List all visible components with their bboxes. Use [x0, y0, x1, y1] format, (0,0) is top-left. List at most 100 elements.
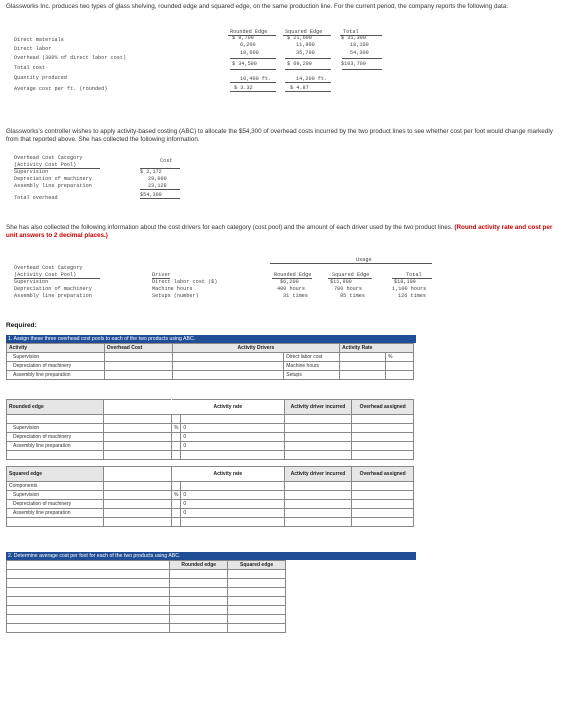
blank — [180, 481, 285, 491]
rate-value: 0 — [180, 423, 285, 433]
driver-incurred-input[interactable] — [283, 508, 353, 518]
cell: 400 hours — [277, 286, 306, 292]
overhead-cost-input[interactable] — [103, 361, 173, 371]
p2-rounded-input[interactable] — [169, 596, 229, 606]
overhead-assigned-input[interactable] — [351, 423, 414, 433]
cell: 35,700 — [296, 50, 315, 56]
driver-incurred-input[interactable] — [283, 432, 353, 442]
row-label-dm: Direct materials — [14, 37, 64, 43]
blank — [351, 481, 414, 491]
percent-sign: % — [170, 490, 182, 500]
total-overhead-input[interactable] — [351, 517, 414, 527]
spacer — [283, 517, 353, 527]
h-rate: Activity rate — [170, 466, 285, 482]
driver-incurred-input[interactable] — [283, 441, 353, 451]
overhead-cost-input[interactable] — [103, 370, 173, 380]
h-driver-incurred: Activity driver incurred — [283, 399, 353, 415]
rounded-edge-grid: Rounded edge Activity rate Activity driv… — [5, 399, 414, 460]
part2-grid: Rounded edge Squared edge — [5, 560, 286, 633]
blank — [103, 499, 172, 509]
spacer — [103, 517, 172, 527]
p2-rounded-input[interactable] — [169, 587, 229, 597]
driver-amount-input[interactable] — [171, 361, 285, 371]
cell: 95 times — [340, 293, 365, 299]
oh-row-value: $ 2,172 — [140, 169, 162, 175]
p2-row-label-input[interactable] — [5, 569, 171, 579]
p2-rounded-input[interactable] — [169, 578, 229, 588]
spacer — [351, 414, 414, 424]
cell: 31 times — [283, 293, 308, 299]
driver-amount-input[interactable] — [171, 370, 285, 380]
blank — [103, 432, 172, 442]
p2-squared-input[interactable] — [227, 587, 286, 597]
p2-row-label-input[interactable] — [5, 596, 171, 606]
blank — [170, 441, 182, 451]
p2-squared-input[interactable] — [227, 605, 286, 615]
drivers-intro-text: She has also collected the following inf… — [6, 224, 453, 231]
p2-squared-input[interactable] — [227, 569, 286, 579]
blank — [170, 508, 182, 518]
spacer — [103, 450, 172, 460]
cell: 11,900 — [296, 42, 315, 48]
p2-rounded-input[interactable] — [169, 569, 229, 579]
activity-depreciation: Depreciation of machinery — [6, 361, 105, 371]
total-overhead-input[interactable] — [351, 450, 414, 460]
oh-row-value: 29,000 — [148, 176, 167, 182]
rate-input[interactable] — [339, 361, 387, 371]
overhead-assigned-input[interactable] — [351, 441, 414, 451]
overhead-cost-input[interactable] — [103, 352, 173, 362]
cell: 54,300 — [350, 50, 369, 56]
dt-header-1: Overhead Cost Category — [14, 265, 83, 271]
p2-rounded-input[interactable] — [169, 614, 229, 624]
rate-input[interactable] — [339, 352, 387, 362]
h-driver-incurred: Activity driver incurred — [283, 466, 353, 482]
cell: $103,700 — [341, 61, 366, 67]
cell: 18,100 — [350, 42, 369, 48]
p2-squared-input[interactable] — [227, 578, 286, 588]
rate-input[interactable] — [339, 370, 387, 380]
percent-sign: % — [170, 423, 182, 433]
p2-rounded-input[interactable] — [169, 623, 229, 633]
spacer — [5, 414, 105, 424]
p2-squared-input[interactable] — [227, 596, 286, 606]
overhead-assigned-input[interactable] — [351, 490, 414, 500]
dt-row-driver: Direct labor cost ($) — [152, 279, 218, 285]
overhead-assigned-input[interactable] — [351, 432, 414, 442]
spacer — [5, 517, 105, 527]
cell: $18,100 — [394, 279, 416, 285]
h-activity-drivers: Activity Drivers — [171, 343, 341, 353]
driver-incurred-input[interactable] — [283, 423, 353, 433]
driver-incurred-input[interactable] — [283, 490, 353, 500]
cost-table: Rounded Edge Squared Edge Total Direct m… — [0, 0, 565, 100]
p2-row-label-input[interactable] — [5, 578, 171, 588]
blank — [103, 508, 172, 518]
se-assembly: Assembly line preparation — [5, 508, 105, 518]
h-overhead-assigned: Overhead assigned — [351, 399, 414, 415]
blank — [103, 399, 172, 415]
se-supervision: Supervision — [5, 490, 105, 500]
cell: 6,200 — [240, 42, 256, 48]
row-label-dl: Direct labor — [14, 46, 52, 52]
row-label-avg: Average cost per ft. (rounded) — [14, 86, 108, 92]
p2-row-label-input[interactable] — [5, 587, 171, 597]
driver-amount-input[interactable] — [171, 352, 285, 362]
spacer — [180, 414, 285, 424]
blank — [103, 481, 172, 491]
rate-value: 0 — [180, 499, 285, 509]
overhead-assigned-input[interactable] — [351, 508, 414, 518]
driver-incurred-input[interactable] — [283, 499, 353, 509]
cell: $11,900 — [330, 279, 352, 285]
cell: 18,600 — [240, 50, 259, 56]
blank — [103, 466, 172, 482]
overhead-assigned-input[interactable] — [351, 499, 414, 509]
p2-row-label-input[interactable] — [5, 605, 171, 615]
p2-row-label-input[interactable] — [5, 623, 171, 633]
p2-squared-input[interactable] — [227, 623, 286, 633]
p2-row-label-input[interactable] — [5, 614, 171, 624]
cell: 1,100 hours — [392, 286, 427, 292]
p2-squared-input[interactable] — [227, 614, 286, 624]
cell: $ 21,600 — [287, 35, 312, 41]
p2-rounded-input[interactable] — [169, 605, 229, 615]
blank — [283, 481, 353, 491]
spacer — [283, 414, 353, 424]
